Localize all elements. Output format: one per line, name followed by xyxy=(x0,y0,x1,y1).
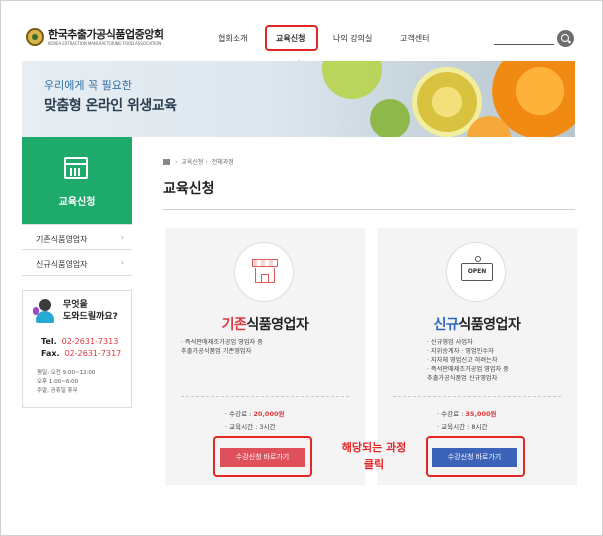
course-fee: · 수강료 : 20,000원 xyxy=(225,410,285,418)
calendar-icon xyxy=(64,157,88,179)
course-description: · 신규영업 사업자 · 지위승계자 · 영업인수자 · 지자체 영업신고 하려… xyxy=(427,339,509,382)
course-description: · 즉석판매제조가공업 영업자 중 추출가공식품업 기존영업자 xyxy=(181,339,263,355)
hero-banner: 우리에게 꼭 필요한 맞춤형 온라인 위생교육 xyxy=(22,61,575,137)
button-highlight-box xyxy=(213,436,312,477)
breadcrumb: › 교육신청 › 전체과정 xyxy=(163,157,234,166)
button-highlight-box xyxy=(426,436,525,477)
help-box: 무엇을 도와드릴까요? Tel. 02-2631-7313 Fax. 02-2631… xyxy=(22,290,132,408)
course-time: · 교육시간 : 3시간 xyxy=(225,423,276,431)
association-emblem-icon xyxy=(26,28,44,46)
course-title: 기존식품영업자 xyxy=(221,317,309,333)
breadcrumb-item[interactable]: 교육신청 xyxy=(181,159,203,166)
logo-title: 한국추출가공식품업중앙회 xyxy=(48,27,164,41)
logo-subtitle: KOREA EXTRACTION MANUFACTURING FOOD ASSO… xyxy=(48,40,162,46)
icon-circle xyxy=(234,242,294,302)
card-divider xyxy=(181,396,349,397)
sidebar-item-label: 기존식품영업자 xyxy=(36,235,88,244)
nav-about[interactable]: 협회소개 xyxy=(218,33,247,44)
lime-image xyxy=(370,99,410,137)
course-fee: · 수강료 : 35,000원 xyxy=(437,410,497,418)
chevron-right-icon: › xyxy=(120,258,124,267)
nav-highlight-box xyxy=(265,25,318,51)
home-icon[interactable] xyxy=(163,159,170,165)
sidebar-title: 교육신청 xyxy=(58,197,96,208)
site-logo[interactable]: 한국추출가공식품업중앙회 KOREA EXTRACTION MANUFACTUR… xyxy=(26,27,164,46)
store-icon xyxy=(252,259,278,285)
chevron-right-icon: › xyxy=(120,233,124,242)
search-input[interactable] xyxy=(494,44,554,45)
sidebar-item-new-operator[interactable]: 신규식품영업자 › xyxy=(22,250,132,276)
course-click-annotation: 해당되는 과정 클릭 xyxy=(341,441,407,471)
course-time: · 교육시간 : 8시간 xyxy=(437,423,488,431)
lime-image xyxy=(322,61,382,99)
phone-number: Tel. 02-2631-7313 xyxy=(41,337,119,346)
help-question: 무엇을 도와드릴까요? xyxy=(63,300,118,322)
support-agent-icon xyxy=(33,299,57,325)
business-hours: 평일: 오전 9:00~12:00 오후 1:00~6:00 주말, 공휴일 휴… xyxy=(37,370,96,394)
card-divider xyxy=(393,396,561,397)
icon-circle: OPEN xyxy=(446,242,506,302)
fax-number: Fax. 02-2631-7317 xyxy=(41,349,122,358)
title-divider xyxy=(163,209,575,210)
course-title: 신규식품영업자 xyxy=(433,317,521,333)
sidebar-header: 교육신청 xyxy=(22,137,132,224)
banner-title: 맞춤형 온라인 위생교육 xyxy=(44,98,177,114)
banner-subtitle: 우리에게 꼭 필요한 xyxy=(44,79,132,92)
search-icon[interactable] xyxy=(557,30,574,47)
sidebar-item-existing-operator[interactable]: 기존식품영업자 › xyxy=(22,224,132,250)
open-sign-icon: OPEN xyxy=(461,256,493,281)
nav-customer-center[interactable]: 고객센터 xyxy=(400,33,429,44)
nav-my-classroom[interactable]: 나의 강의실 xyxy=(333,33,372,44)
breadcrumb-item: 전체과정 xyxy=(211,159,234,166)
sidebar-item-label: 신규식품영업자 xyxy=(36,260,88,269)
page-title: 교육신청 xyxy=(163,181,215,197)
